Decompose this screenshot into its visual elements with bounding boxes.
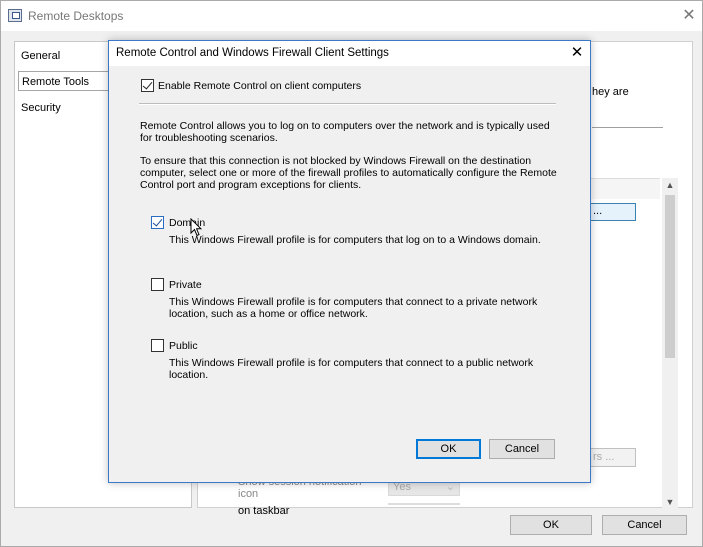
domain-profile-checkbox[interactable]: [151, 216, 164, 229]
scroll-up-arrow-icon[interactable]: ▲: [662, 180, 678, 194]
dialog-divider: [139, 103, 556, 105]
background-separator: [592, 127, 663, 128]
setting-label-line-2: on taskbar: [238, 505, 290, 517]
enable-remote-control-checkbox[interactable]: [141, 79, 154, 92]
background-edit-button[interactable]: ...: [590, 203, 636, 221]
dialog-description-2: To ensure that this connection is not bl…: [140, 155, 557, 191]
window-titlebar: Remote Desktops ✕: [1, 1, 702, 31]
domain-profile-description: This Windows Firewall profile is for com…: [169, 234, 541, 246]
public-profile-description: This Windows Firewall profile is for com…: [169, 357, 534, 381]
background-faded-field: [388, 503, 460, 505]
scroll-down-arrow-icon[interactable]: ▼: [662, 497, 678, 509]
window-close-button[interactable]: ✕: [677, 4, 701, 28]
dialog-titlebar: Remote Control and Windows Firewall Clie…: [109, 41, 590, 66]
background-list-header: [590, 179, 660, 199]
dialog-title: Remote Control and Windows Firewall Clie…: [116, 47, 389, 59]
background-partial-text: hey are: [592, 86, 629, 98]
remote-desktops-app-icon: [8, 9, 22, 22]
firewall-settings-dialog: Remote Control and Windows Firewall Clie…: [108, 40, 591, 483]
dialog-description-1: Remote Control allows you to log on to c…: [140, 120, 550, 144]
ok-button[interactable]: OK: [510, 515, 592, 535]
public-profile-checkbox[interactable]: [151, 339, 164, 352]
private-profile-checkbox[interactable]: [151, 278, 164, 291]
mouse-pointer-icon: [190, 218, 202, 237]
scrollbar-thumb[interactable]: [665, 195, 675, 358]
window-title: Remote Desktops: [28, 9, 124, 23]
background-disabled-button: rs ...: [590, 448, 636, 467]
cancel-button[interactable]: Cancel: [602, 515, 687, 535]
private-profile-label[interactable]: Private: [169, 279, 202, 291]
public-profile-label[interactable]: Public: [169, 340, 198, 352]
enable-remote-control-label[interactable]: Enable Remote Control on client computer…: [158, 80, 361, 92]
private-profile-description: This Windows Firewall profile is for com…: [169, 296, 538, 320]
dialog-cancel-button[interactable]: Cancel: [489, 439, 555, 459]
dialog-close-button[interactable]: ✕: [565, 42, 589, 64]
dialog-ok-button[interactable]: OK: [416, 439, 481, 459]
